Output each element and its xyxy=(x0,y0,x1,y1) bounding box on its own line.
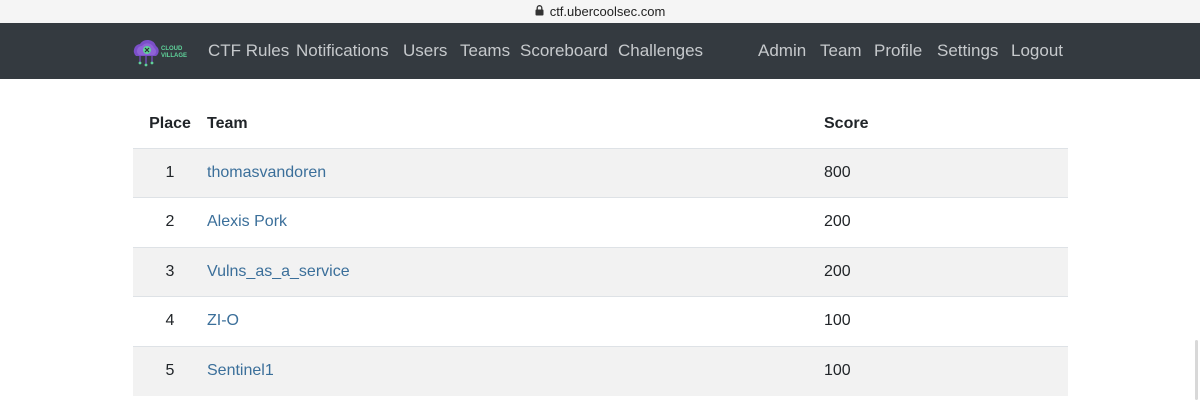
nav-challenges[interactable]: Challenges xyxy=(618,41,703,61)
team-link[interactable]: thomasvandoren xyxy=(207,164,326,181)
nav-team[interactable]: Team xyxy=(820,41,862,61)
row-place: 1 xyxy=(133,147,207,198)
nav-ctf-rules[interactable]: CTF Rules xyxy=(208,41,289,61)
table-row: 4 ZI-O 100 xyxy=(133,296,1068,346)
row-score: 200 xyxy=(824,246,1068,297)
table-row: 2 Alexis Pork 200 xyxy=(133,197,1068,247)
row-score: 100 xyxy=(824,296,1068,346)
row-place: 5 xyxy=(133,345,207,396)
nav-admin[interactable]: Admin xyxy=(758,41,806,61)
header-score[interactable]: Score xyxy=(824,100,1068,148)
team-link[interactable]: Sentinel1 xyxy=(207,362,274,379)
nav-settings[interactable]: Settings xyxy=(937,41,998,61)
svg-text:CLOUD: CLOUD xyxy=(161,46,183,52)
team-link[interactable]: Vulns_as_a_service xyxy=(207,263,350,280)
nav-notifications[interactable]: Notifications xyxy=(296,41,389,61)
nav-logout[interactable]: Logout xyxy=(1011,41,1063,61)
row-place: 2 xyxy=(133,197,207,247)
nav-teams[interactable]: Teams xyxy=(460,41,510,61)
nav-scoreboard[interactable]: Scoreboard xyxy=(520,41,608,61)
team-link[interactable]: Alexis Pork xyxy=(207,213,287,230)
table-row: 5 Sentinel1 100 xyxy=(133,345,1068,396)
browser-url-bar[interactable]: ctf.ubercoolsec.com xyxy=(0,0,1200,23)
nav-users[interactable]: Users xyxy=(403,41,447,61)
lock-icon xyxy=(535,5,544,16)
nav-profile[interactable]: Profile xyxy=(874,41,922,61)
table-row: 1 thomasvandoren 800 xyxy=(133,147,1068,198)
url-text: ctf.ubercoolsec.com xyxy=(549,4,666,19)
cloud-village-logo-icon[interactable]: CLOUD VILLAGE xyxy=(130,36,188,68)
team-link[interactable]: ZI-O xyxy=(207,312,239,329)
row-score: 800 xyxy=(824,147,1068,198)
scoreboard-table: Place Team Score 1 thomasvandoren 800 2 … xyxy=(133,100,1068,396)
row-place: 4 xyxy=(133,296,207,346)
row-score: 200 xyxy=(824,197,1068,247)
row-place: 3 xyxy=(133,246,207,297)
page-scrollbar[interactable] xyxy=(1195,340,1198,400)
top-navbar: CLOUD VILLAGE CTF Rules Notifications Us… xyxy=(0,23,1200,79)
table-row: 3 Vulns_as_a_service 200 xyxy=(133,246,1068,297)
header-team[interactable]: Team xyxy=(207,100,824,148)
row-score: 100 xyxy=(824,345,1068,396)
svg-text:VILLAGE: VILLAGE xyxy=(161,53,187,59)
table-header-row: Place Team Score xyxy=(133,100,1068,148)
header-place[interactable]: Place xyxy=(133,100,207,148)
